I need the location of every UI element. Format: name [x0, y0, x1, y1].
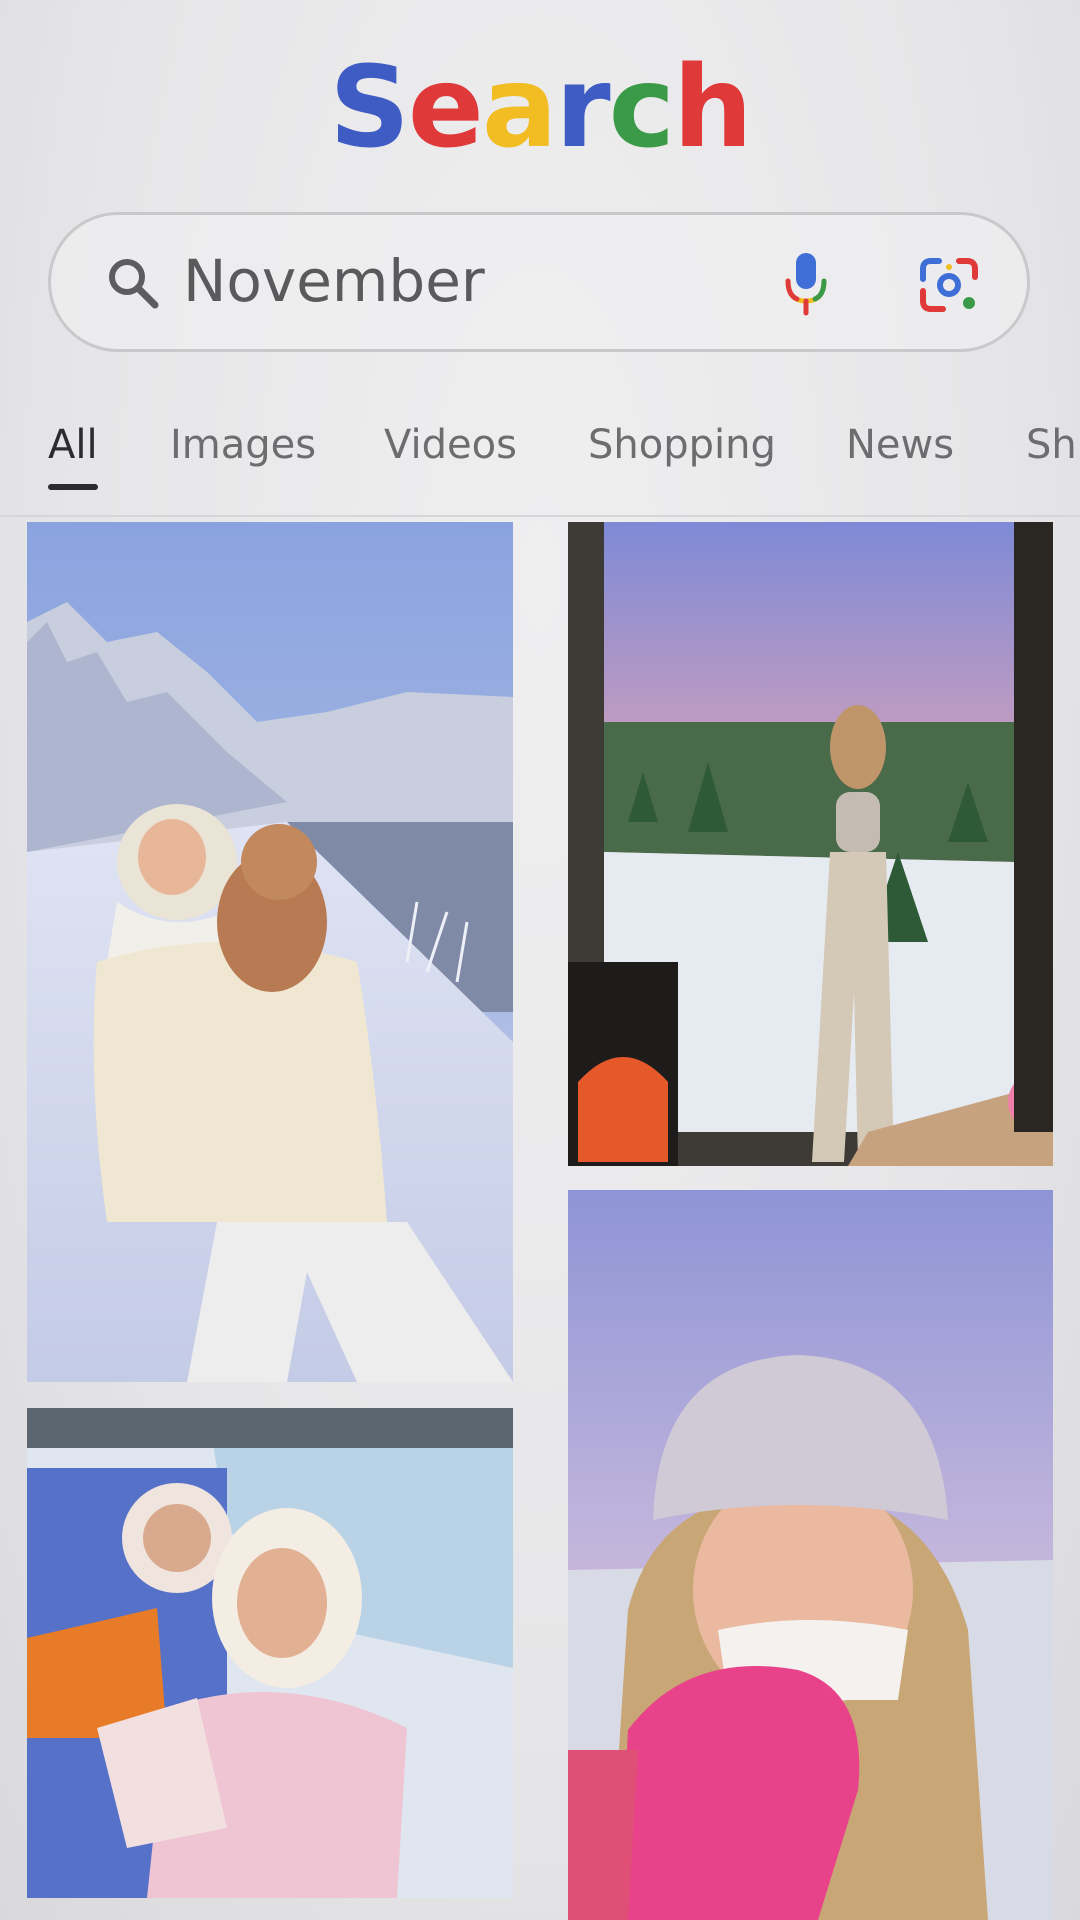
image-result-woman-puppy-snow[interactable]: [27, 522, 513, 1382]
tab-images[interactable]: Images: [170, 420, 316, 470]
logo-letter: S: [329, 43, 410, 173]
logo-letter: c: [608, 43, 675, 173]
image-result-two-women-hugging[interactable]: [27, 1408, 513, 1898]
tab-videos[interactable]: Videos: [384, 420, 517, 470]
logo-letter: a: [481, 43, 558, 173]
search-input[interactable]: November: [183, 245, 485, 317]
mic-icon[interactable]: [781, 251, 831, 317]
image-result-woman-window-sunset[interactable]: [568, 522, 1053, 1166]
search-tabs: All Images Videos Shopping News Sh: [0, 420, 1080, 490]
image-result-woman-knit-hat[interactable]: [568, 1190, 1053, 1920]
logo-letter: r: [555, 43, 610, 173]
tab-all[interactable]: All: [48, 420, 98, 470]
tab-news[interactable]: News: [846, 420, 954, 470]
active-tab-indicator: [48, 484, 98, 490]
lens-icon[interactable]: [919, 257, 979, 313]
search-bar[interactable]: November: [48, 212, 1030, 352]
tabs-divider: [0, 515, 1080, 517]
tab-shorts-partial[interactable]: Sh: [1026, 420, 1077, 470]
tab-shopping[interactable]: Shopping: [588, 420, 776, 470]
logo-letter: e: [407, 43, 484, 173]
search-logo: Search: [0, 52, 1080, 164]
search-results-page: Search November All Images Videos Shoppi…: [0, 0, 1080, 1920]
logo-letter: h: [673, 43, 753, 173]
search-icon[interactable]: [103, 253, 163, 313]
